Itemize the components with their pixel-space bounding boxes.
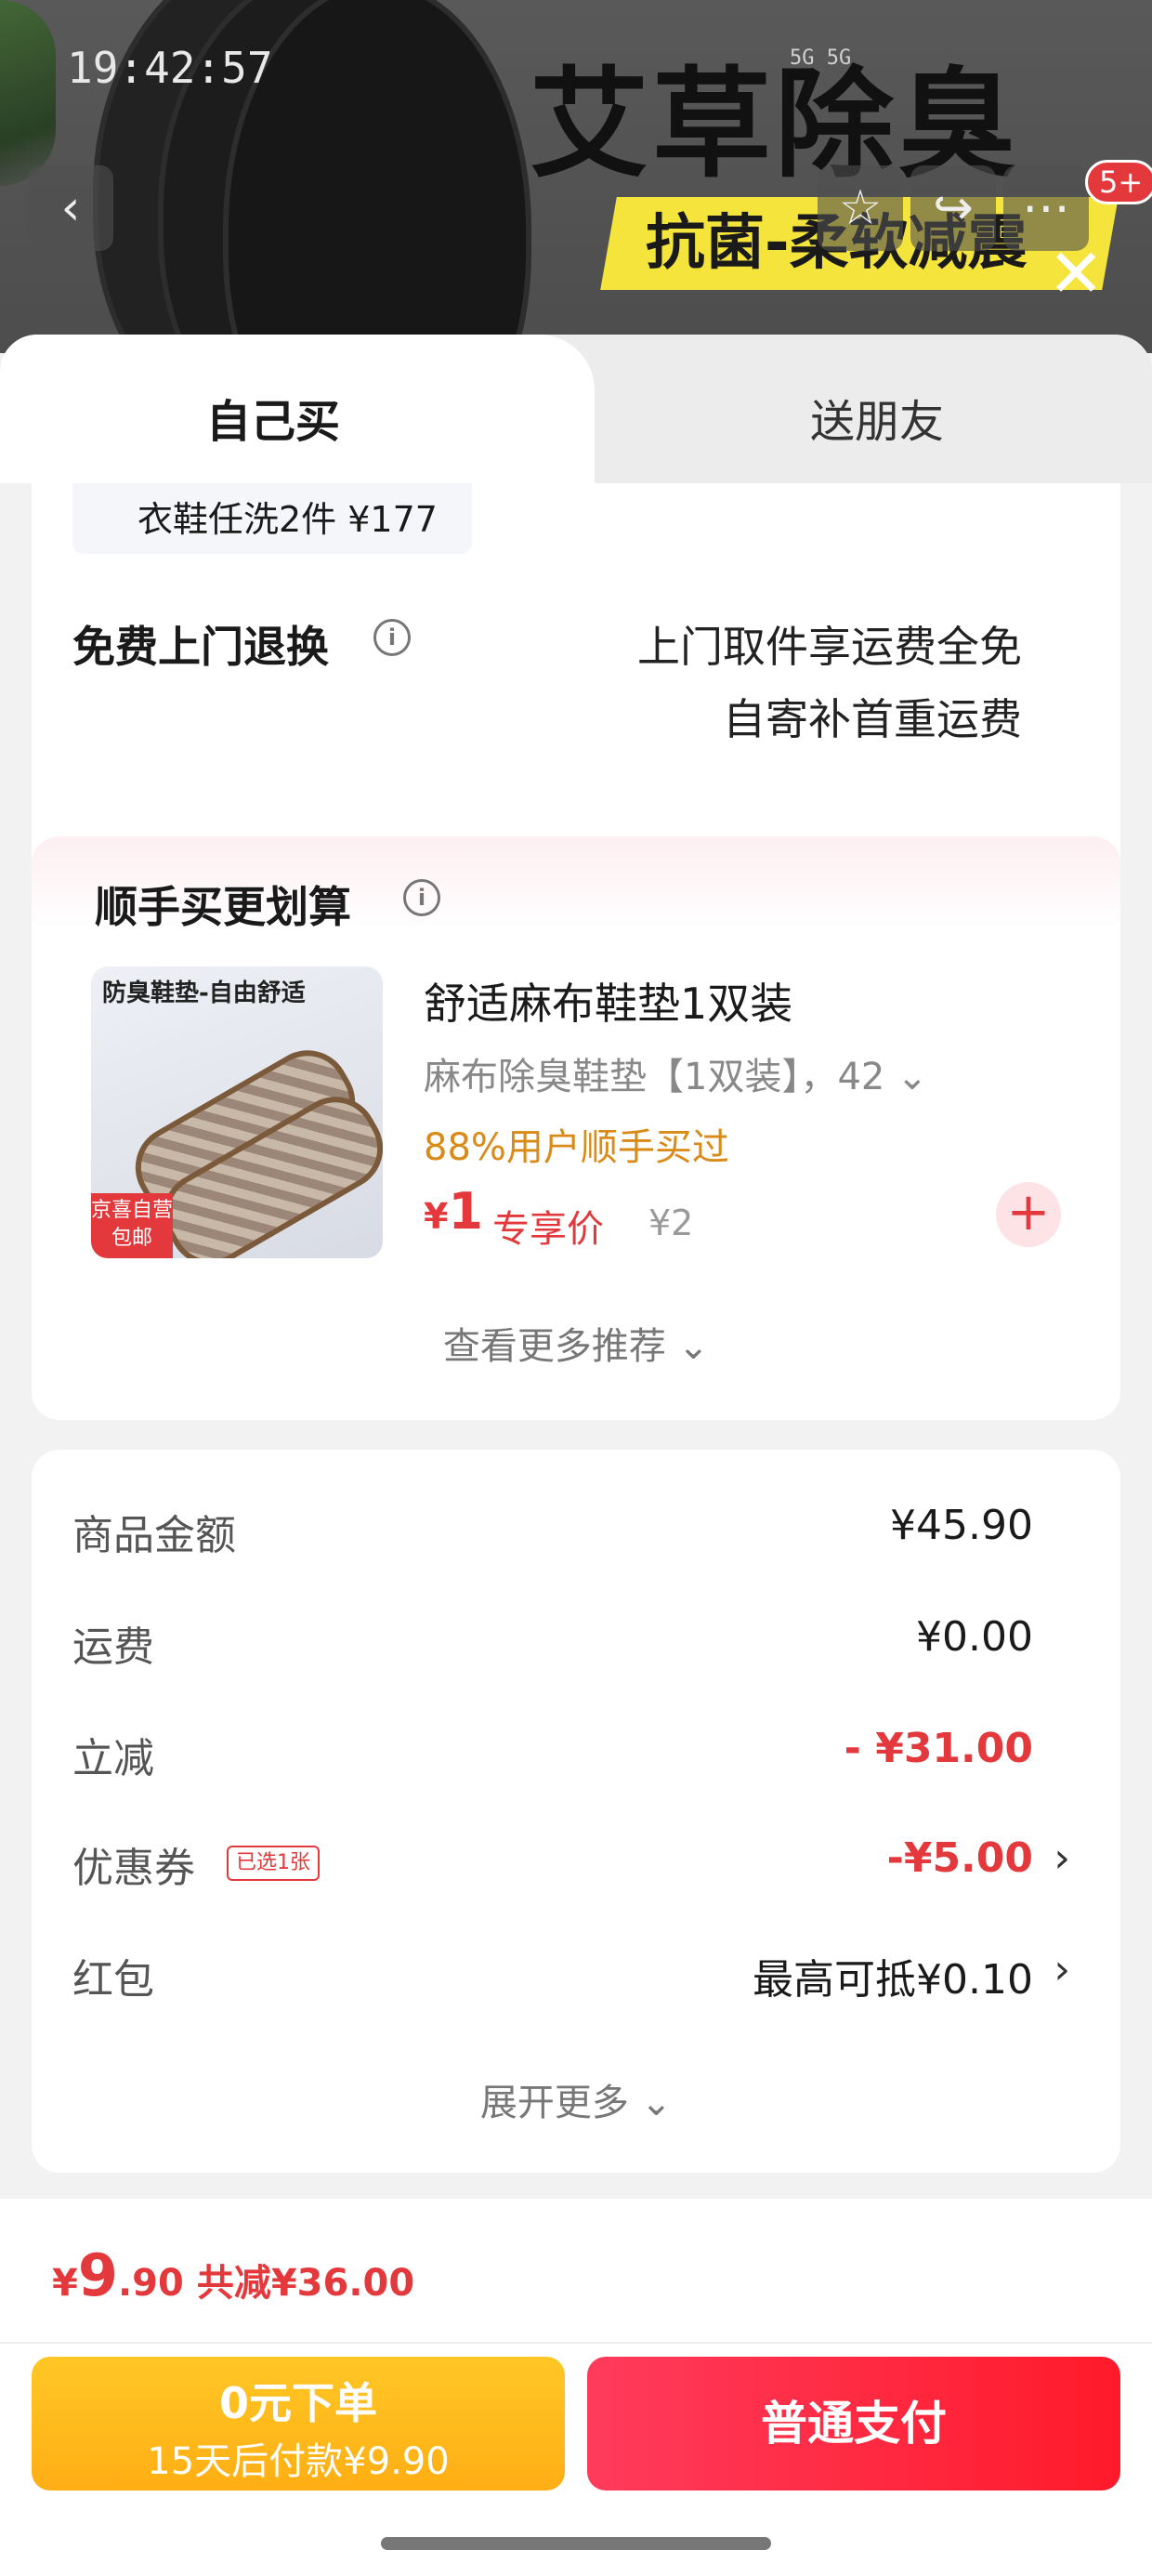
promo-text: 衣鞋任洗2件 ¥177 xyxy=(137,499,438,540)
home-indicator[interactable] xyxy=(381,2537,771,2550)
shipping-value: ¥0.00 xyxy=(916,1613,1033,1661)
status-network: 5G 5G xyxy=(790,46,852,70)
order-total: ¥9.90 共减¥36.00 xyxy=(52,2241,414,2309)
chevron-down-icon: ⌄ xyxy=(640,2082,673,2124)
favorite-button[interactable]: ☆ xyxy=(818,165,903,251)
more-icon: ⋯ xyxy=(1022,180,1070,236)
addon-product-image[interactable]: 防臭鞋垫-自由舒适 京喜自营 包邮 xyxy=(91,966,383,1258)
divider xyxy=(0,2342,1152,2344)
addon-original-price: ¥2 xyxy=(648,1203,694,1243)
zero-down-subtitle: 15天后付款¥9.90 xyxy=(147,2440,450,2483)
goods-amount-label: 商品金额 xyxy=(72,1512,236,1559)
addon-spec-selector[interactable]: 麻布除臭鞋垫【1双装】，42 ⌄ xyxy=(424,1046,928,1100)
addon-spec-text: 麻布除臭鞋垫【1双装】，42 xyxy=(424,1056,885,1098)
bottom-bar: ¥9.90 共减¥36.00 0元下单 15天后付款¥9.90 普通支付 xyxy=(0,2199,1152,2576)
chevron-right-icon[interactable]: › xyxy=(1054,1834,1070,1882)
chevron-right-icon[interactable]: › xyxy=(1054,1946,1070,1993)
tab-self-buy[interactable]: 自己买 xyxy=(0,335,595,483)
addon-card: 顺手买更划算 i 防臭鞋垫-自由舒适 京喜自营 包邮 舒适麻布鞋垫1双装 麻布除… xyxy=(32,836,1120,1420)
return-line-1: 上门取件享运费全免 xyxy=(637,622,1022,672)
total-integer: 9 xyxy=(77,2241,118,2309)
chevron-left-icon: ‹ xyxy=(60,180,81,236)
message-count-badge: 5+ xyxy=(1085,160,1152,204)
plus-icon: + xyxy=(1006,1182,1051,1242)
tab-gift[interactable]: 送朋友 xyxy=(810,385,944,450)
total-currency: ¥ xyxy=(52,2262,78,2305)
share-button[interactable]: ↪ xyxy=(910,165,996,251)
chevron-down-icon: ⌄ xyxy=(897,1056,928,1098)
expand-more-label: 展开更多 xyxy=(479,2082,629,2124)
add-addon-button[interactable]: + xyxy=(996,1182,1061,1247)
coupon-label[interactable]: 优惠券 xyxy=(72,1834,195,1894)
return-line-2: 自寄补首重运费 xyxy=(723,694,1022,744)
purchase-tabs: 自己买 送朋友 xyxy=(0,335,1152,483)
total-decimal: .90 xyxy=(117,2262,184,2305)
share-icon: ↪ xyxy=(933,180,974,236)
normal-pay-button[interactable]: 普通支付 xyxy=(587,2357,1120,2491)
return-label: 免费上门退换 xyxy=(72,622,329,672)
addon-price-value: 1 xyxy=(448,1182,484,1241)
laundry-promo[interactable]: 衣鞋任洗2件 ¥177 xyxy=(72,483,472,554)
thumb-headline: 防臭鞋垫-自由舒适 xyxy=(102,979,306,1007)
chevron-down-icon: ⌄ xyxy=(677,1325,710,1368)
goods-amount-value: ¥45.90 xyxy=(890,1502,1033,1549)
zero-down-title: 0元下单 xyxy=(218,2378,377,2428)
addon-price: ¥1 xyxy=(424,1182,483,1241)
free-shipping-tag: 京喜自营 包邮 xyxy=(91,1193,173,1258)
price-summary-card: 商品金额 ¥45.90 运费 ¥0.00 立减 - ¥31.00 优惠券 已选1… xyxy=(32,1450,1120,2173)
back-button[interactable]: ‹ xyxy=(28,165,113,251)
shipping-label: 运费 xyxy=(72,1623,154,1671)
addon-product-name[interactable]: 舒适麻布鞋垫1双装 xyxy=(424,970,792,1032)
addon-price-currency: ¥ xyxy=(424,1196,449,1237)
product-banner: 艾草除臭 抗菌-柔软减震 19:42:57 5G 5G ‹ ☆ ↪ ⋯ 5+ ✕ xyxy=(0,0,1152,353)
info-icon[interactable]: i xyxy=(403,879,440,916)
close-icon[interactable]: ✕ xyxy=(1048,240,1104,307)
star-icon: ☆ xyxy=(838,180,883,236)
red-packet-label[interactable]: 红包 xyxy=(72,1946,154,2005)
instant-discount-value: - ¥31.00 xyxy=(844,1725,1033,1772)
total-reduction: 共减¥36.00 xyxy=(196,2262,415,2305)
coupon-selected-tag: 已选1张 xyxy=(227,1846,320,1881)
more-recommendations-label: 查看更多推荐 xyxy=(442,1325,666,1368)
tab-self-label: 自己买 xyxy=(206,396,341,448)
expand-more[interactable]: 展开更多 ⌄ xyxy=(32,2072,1120,2126)
status-time: 19:42:57 xyxy=(67,43,273,93)
leaf-decoration xyxy=(0,0,56,186)
info-icon[interactable]: i xyxy=(373,619,411,656)
addon-buy-rate: 88%用户顺手买过 xyxy=(424,1126,729,1169)
instant-discount-label: 立减 xyxy=(72,1735,154,1782)
more-recommendations[interactable]: 查看更多推荐 ⌄ xyxy=(32,1316,1120,1370)
coupon-value[interactable]: -¥5.00 xyxy=(887,1834,1033,1882)
addon-title: 顺手买更划算 xyxy=(95,882,351,932)
addon-price-label: 专享价 xyxy=(492,1208,604,1251)
zero-down-order-button[interactable]: 0元下单 15天后付款¥9.90 xyxy=(32,2357,565,2491)
red-packet-value[interactable]: 最高可抵¥0.10 xyxy=(753,1946,1033,2005)
